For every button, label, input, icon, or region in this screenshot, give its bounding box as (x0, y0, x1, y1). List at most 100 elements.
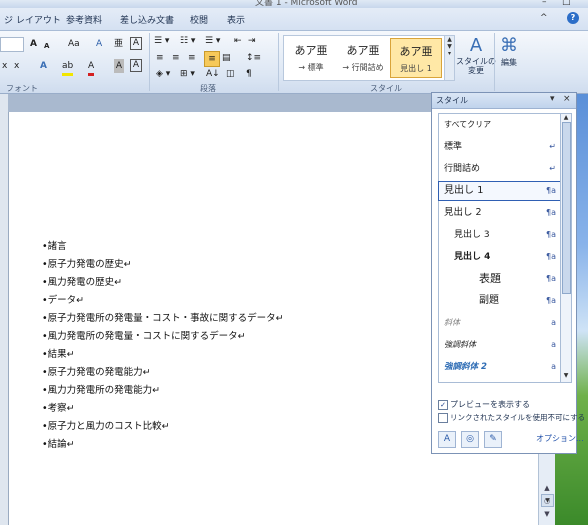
style-item-heading3[interactable]: 見出し 3 ¶a (439, 226, 560, 244)
shrink-font-button[interactable]: A (44, 39, 49, 53)
gallery-scroll[interactable]: ▲ ▼ ▾ (444, 35, 455, 81)
asian-layout-icon[interactable]: ◫ (226, 67, 235, 81)
disable-linked-checkbox[interactable] (438, 413, 448, 423)
page-nav-icon[interactable]: ▲ (540, 484, 554, 492)
tab-review[interactable]: 校閲 (190, 13, 208, 26)
scroll-thumb[interactable] (562, 122, 571, 294)
scroll-up-arrow[interactable]: ▲ (561, 114, 571, 122)
binoculars-icon: ⌘ (500, 35, 518, 56)
manage-styles-icon[interactable]: ✎ (484, 431, 502, 448)
gallery-style-heading1[interactable]: あア亜 見出し 1 (390, 38, 442, 78)
tab-view[interactable]: 表示 (227, 13, 245, 26)
borders-icon[interactable]: ⊞ ▾ (180, 67, 195, 81)
gallery-style-normal[interactable]: あア亜 → 標準 (286, 38, 336, 76)
style-item-intense-emphasis[interactable]: 強調斜体 2 a (439, 358, 560, 376)
phonetic-guide-button[interactable]: 亜 (114, 37, 123, 51)
new-style-icon[interactable]: A (438, 431, 456, 448)
subscript-button[interactable]: x (2, 59, 7, 73)
pane-menu-icon[interactable]: ▾ (550, 94, 555, 104)
increase-indent-icon[interactable]: ⇥ (248, 34, 256, 48)
align-right-icon[interactable]: ≡ (188, 51, 196, 65)
style-item-subtitle[interactable]: 副題 ¶a (439, 292, 560, 310)
doc-line[interactable]: •結果↵ (42, 346, 75, 360)
style-list-scrollbar[interactable]: ▲ ▼ (560, 113, 572, 383)
title-bar: 文書 1 - Microsoft Word – □ (0, 0, 588, 8)
minimize-button[interactable]: – (542, 0, 547, 7)
enclose-char-button[interactable]: A (130, 37, 142, 50)
scroll-down-arrow[interactable]: ▼ (561, 372, 571, 380)
superscript-button[interactable]: x (14, 59, 19, 73)
edit-button[interactable]: ⌘ 編集 (500, 35, 518, 68)
align-left-icon[interactable]: ≡ (156, 51, 164, 65)
styles-pane-header: スタイル ▾ × (432, 93, 576, 109)
font-size-box[interactable] (0, 37, 24, 52)
style-item-title[interactable]: 表題 ¶a (439, 270, 560, 288)
maximize-button[interactable]: □ (562, 0, 571, 7)
doc-line[interactable]: •諸言 (42, 238, 67, 252)
disable-linked-label: リンクされたスタイルを使用不可にする (450, 413, 586, 422)
font-color-button[interactable]: A (88, 59, 95, 76)
doc-line[interactable]: •風力発電所の発電量・コストに関するデータ↵ (42, 328, 246, 342)
pane-close-icon[interactable]: × (563, 94, 571, 104)
multilevel-list-icon[interactable]: ☰ ▾ (205, 34, 220, 48)
tab-mailings[interactable]: 差し込み文書 (120, 13, 174, 26)
highlight-button[interactable]: ab (62, 59, 74, 76)
options-link[interactable]: オプション... (536, 433, 584, 444)
change-styles-button[interactable]: A スタイルの 変更 (456, 35, 496, 75)
change-styles-label: スタイルの 変更 (456, 57, 496, 75)
sort-icon[interactable]: A↓ (206, 67, 220, 81)
decrease-indent-icon[interactable]: ⇤ (234, 34, 242, 48)
style-item-heading4[interactable]: 見出し 4 ¶a (439, 248, 560, 266)
style-item-normal[interactable]: 標準 ↵ (439, 138, 560, 156)
numbering-icon[interactable]: ☷ ▾ (180, 34, 195, 48)
page-nav-down-icon[interactable]: ▼ (540, 510, 554, 518)
show-preview-checkbox[interactable]: ✓ (438, 400, 448, 410)
clear-format-button[interactable]: A (96, 37, 102, 51)
change-case-button[interactable]: Aa (68, 37, 80, 51)
ribbon: A A Aa A 亜 A x x A ab A A A フォント ☰ ▾ ☷ ▾… (0, 31, 588, 94)
doc-line[interactable]: •原子力発電所の発電量・コスト・事故に関するデータ↵ (42, 310, 284, 324)
tab-references[interactable]: 参考資料 (66, 13, 102, 26)
doc-line[interactable]: •風力力発電所の発電能力↵ (42, 382, 160, 396)
char-border-button[interactable]: A (130, 59, 142, 72)
grow-font-button[interactable]: A (30, 37, 37, 51)
style-item-heading1[interactable]: 見出し 1 ¶a (438, 181, 561, 201)
doc-line[interactable]: •データ↵ (42, 292, 84, 306)
bullets-icon[interactable]: ☰ ▾ (154, 34, 169, 48)
show-marks-icon[interactable]: ¶ (246, 67, 252, 81)
doc-line[interactable]: •原子力と風力のコスト比較↵ (42, 418, 170, 432)
line-spacing-icon[interactable]: ↕≡ (246, 51, 261, 65)
style-group-label: スタイル (370, 84, 402, 93)
align-center-icon[interactable]: ≡ (172, 51, 180, 65)
justify-icon[interactable]: ≡ (204, 51, 220, 67)
vertical-ruler (0, 94, 8, 525)
style-inspector-icon[interactable]: ◎ (461, 431, 479, 448)
doc-line[interactable]: •考察↵ (42, 400, 75, 414)
minimize-ribbon-icon[interactable]: ^ (540, 13, 548, 23)
window-title: 文書 1 - Microsoft Word (255, 0, 358, 8)
separator (149, 33, 150, 91)
change-styles-icon: A (469, 35, 483, 56)
style-item-no-spacing[interactable]: 行間詰め ↵ (439, 160, 560, 178)
styles-pane: スタイル ▾ × すべてクリア 標準 ↵ 行間詰め ↵ 見出し 1 ¶a 見出し… (431, 92, 585, 454)
text-effect-button[interactable]: A (40, 59, 47, 73)
style-item-subtle-emphasis[interactable]: 斜体 a (439, 314, 560, 332)
browse-object-icon[interactable]: ○ (540, 497, 554, 505)
doc-line[interactable]: •原子力発電の歴史↵ (42, 256, 132, 270)
gallery-style-no-spacing[interactable]: あア亜 → 行間詰め (338, 38, 388, 76)
style-item-clear-all[interactable]: すべてクリア (439, 116, 560, 134)
doc-line[interactable]: •風力発電の歴史↵ (42, 274, 122, 288)
tab-page-layout[interactable]: ジ レイアウト (4, 13, 61, 26)
shading-icon[interactable]: ◈ ▾ (156, 67, 170, 81)
help-icon[interactable]: ? (567, 12, 579, 24)
separator (494, 33, 495, 91)
distributed-icon[interactable]: ▤ (222, 51, 231, 65)
style-list: すべてクリア 標準 ↵ 行間詰め ↵ 見出し 1 ¶a 見出し 2 ¶a 見出し… (438, 113, 561, 383)
style-item-emphasis[interactable]: 強調斜体 a (439, 336, 560, 354)
style-item-heading2[interactable]: 見出し 2 ¶a (439, 204, 560, 222)
char-shade-button[interactable]: A (114, 59, 124, 73)
doc-line[interactable]: •結論↵ (42, 436, 75, 450)
doc-line[interactable]: •原子力発電の発電能力↵ (42, 364, 151, 378)
edit-label: 編集 (501, 58, 517, 67)
separator (278, 33, 279, 91)
